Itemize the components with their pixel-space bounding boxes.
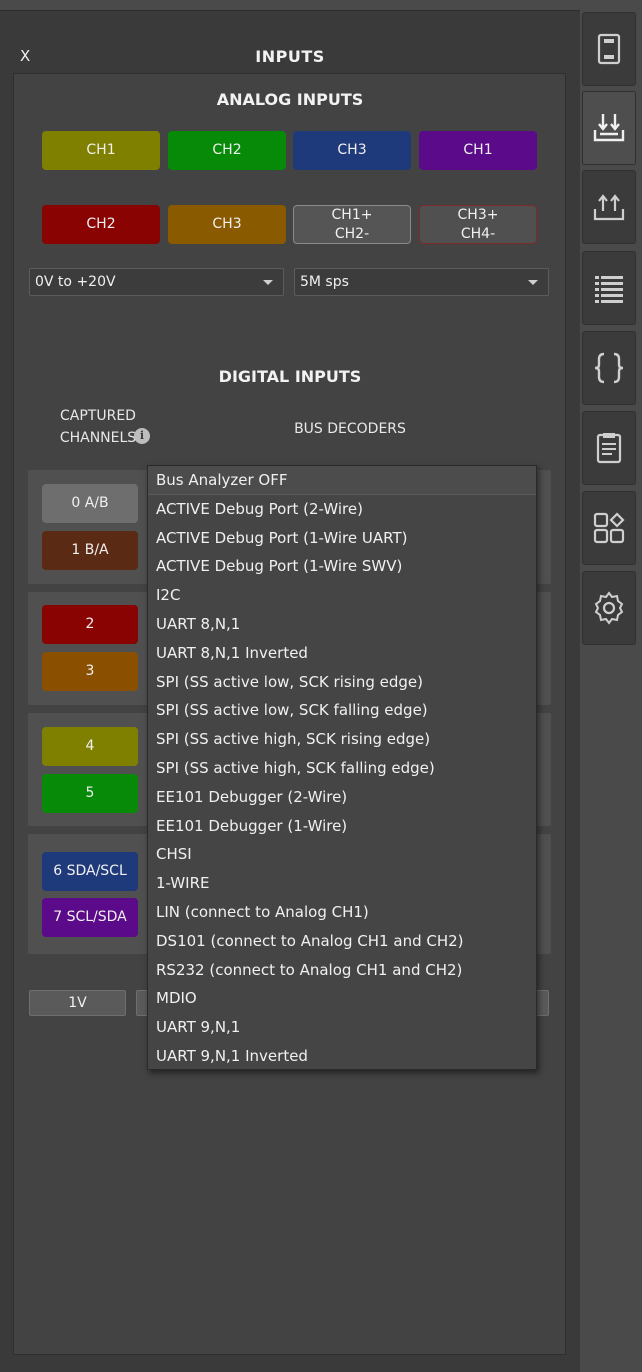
voltage-1v-button[interactable]: 1V bbox=[29, 990, 126, 1016]
analog-ch3-alt-button[interactable]: CH3 bbox=[168, 205, 286, 244]
braces-icon bbox=[594, 352, 624, 384]
voltage-range-select[interactable]: 0V to +20V bbox=[29, 268, 284, 296]
analog-diff-ch3-ch4-button[interactable]: CH3+ CH4- bbox=[419, 205, 537, 244]
list-icon bbox=[595, 276, 623, 303]
bus-decoder-option[interactable]: SPI (SS active low, SCK falling edge) bbox=[148, 696, 536, 725]
bus-decoder-option[interactable]: CHSI bbox=[148, 840, 536, 869]
bus-decoder-option[interactable]: EE101 Debugger (2-Wire) bbox=[148, 783, 536, 812]
inputs-tab[interactable] bbox=[582, 91, 636, 165]
bus-decoder-option[interactable]: ACTIVE Debug Port (1-Wire SWV) bbox=[148, 552, 536, 581]
analog-ch2-alt-button[interactable]: CH2 bbox=[42, 205, 160, 244]
analog-diff-ch1-ch2-button[interactable]: CH1+ CH2- bbox=[293, 205, 411, 244]
notes-icon bbox=[596, 433, 622, 464]
bus-decoder-option[interactable]: RS232 (connect to Analog CH1 and CH2) bbox=[148, 956, 536, 985]
right-toolbar bbox=[580, 0, 642, 1372]
export-icon bbox=[593, 194, 625, 221]
device-tab[interactable] bbox=[582, 12, 636, 86]
bus-decoder-option[interactable]: SPI (SS active high, SCK rising edge) bbox=[148, 725, 536, 754]
bus-decoder-option[interactable]: LIN (connect to Analog CH1) bbox=[148, 898, 536, 927]
analog-ch1-button[interactable]: CH1 bbox=[42, 131, 160, 170]
bus-decoder-option[interactable]: UART 9,N,1 Inverted bbox=[148, 1042, 536, 1071]
script-tab[interactable] bbox=[582, 331, 636, 405]
analog-ch1-alt-button[interactable]: CH1 bbox=[419, 131, 537, 170]
bus-decoder-option[interactable]: EE101 Debugger (1-Wire) bbox=[148, 812, 536, 841]
widgets-icon bbox=[593, 512, 625, 544]
bus-decoder-option[interactable]: SPI (SS active low, SCK rising edge) bbox=[148, 668, 536, 697]
digital-ch2-button[interactable]: 2 bbox=[42, 605, 138, 644]
analog-ch3-button[interactable]: CH3 bbox=[293, 131, 411, 170]
bus-decoder-option[interactable]: Bus Analyzer OFF bbox=[148, 466, 536, 495]
digital-inputs-title: DIGITAL INPUTS bbox=[218, 367, 362, 386]
digital-ch7-button[interactable]: 7 SCL/SDA bbox=[42, 898, 138, 937]
panel-title: INPUTS bbox=[255, 47, 325, 66]
digital-ch1-button[interactable]: 1 B/A bbox=[42, 531, 138, 570]
digital-ch3-button[interactable]: 3 bbox=[42, 652, 138, 691]
digital-ch6-button[interactable]: 6 SDA/SCL bbox=[42, 852, 138, 891]
analog-ch2-button[interactable]: CH2 bbox=[168, 131, 286, 170]
digital-ch4-button[interactable]: 4 bbox=[42, 727, 138, 766]
sample-rate-select[interactable]: 5M sps bbox=[294, 268, 549, 296]
bus-decoder-option[interactable]: UART 9,N,1 bbox=[148, 1013, 536, 1042]
bus-decoders-label: BUS DECODERS bbox=[294, 421, 406, 437]
info-icon[interactable]: i bbox=[134, 428, 150, 444]
bus-decoder-option[interactable]: MDIO bbox=[148, 984, 536, 1013]
bus-decoder-option[interactable]: 1-WIRE bbox=[148, 869, 536, 898]
bus-decoder-option[interactable]: SPI (SS active high, SCK falling edge) bbox=[148, 754, 536, 783]
bus-decoder-dropdown[interactable]: Bus Analyzer OFF ACTIVE Debug Port (2-Wir… bbox=[147, 465, 537, 1070]
digital-ch0-button[interactable]: 0 A/B bbox=[42, 484, 138, 523]
device-icon bbox=[597, 33, 621, 65]
bus-decoder-option[interactable]: DS101 (connect to Analog CH1 and CH2) bbox=[148, 927, 536, 956]
bus-decoder-option[interactable]: UART 8,N,1 bbox=[148, 610, 536, 639]
settings-tab[interactable] bbox=[582, 571, 636, 645]
import-icon bbox=[593, 114, 625, 142]
analog-inputs-title: ANALOG INPUTS bbox=[216, 90, 364, 109]
widgets-tab[interactable] bbox=[582, 491, 636, 565]
gear-icon bbox=[594, 591, 624, 625]
sample-rate-value: 5M sps bbox=[300, 274, 349, 290]
bus-decoder-option[interactable]: UART 8,N,1 Inverted bbox=[148, 639, 536, 668]
chevron-down-icon bbox=[263, 280, 273, 285]
outputs-tab[interactable] bbox=[582, 170, 636, 244]
digital-ch5-button[interactable]: 5 bbox=[42, 774, 138, 813]
bus-decoder-option[interactable]: ACTIVE Debug Port (1-Wire UART) bbox=[148, 524, 536, 553]
bus-decoder-option[interactable]: I2C bbox=[148, 581, 536, 610]
voltage-range-value: 0V to +20V bbox=[35, 274, 116, 290]
list-tab[interactable] bbox=[582, 251, 636, 325]
chevron-down-icon bbox=[528, 280, 538, 285]
notes-tab[interactable] bbox=[582, 411, 636, 485]
bus-decoder-option[interactable]: ACTIVE Debug Port (2-Wire) bbox=[148, 495, 536, 524]
